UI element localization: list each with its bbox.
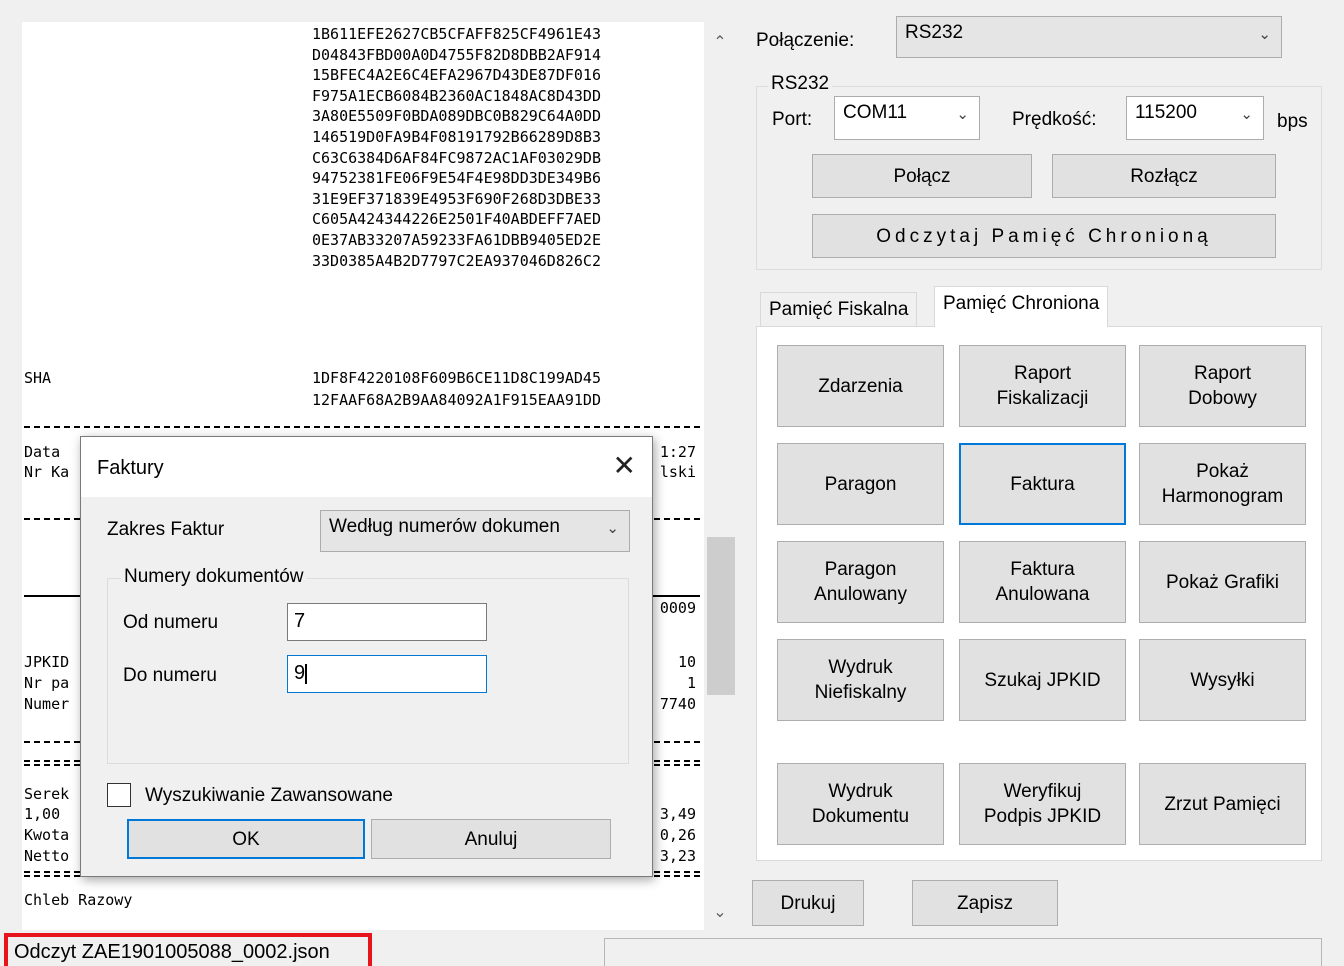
port-label: Port:: [772, 109, 813, 130]
close-icon[interactable]: ✕: [613, 449, 636, 482]
range-value: Według numerów dokumen: [329, 516, 560, 537]
invoice-button[interactable]: Faktura: [959, 443, 1126, 525]
scroll-down-icon[interactable]: ⌄: [704, 898, 736, 928]
checkbox-icon[interactable]: [107, 783, 131, 807]
events-button[interactable]: Zdarzenia: [777, 345, 944, 427]
sha-line: 12FAAF68A2B9AA84092A1F915EAA91DD: [312, 391, 601, 409]
cancelled-invoice-button[interactable]: Faktura Anulowana: [959, 541, 1126, 623]
print-button[interactable]: Drukuj: [752, 880, 864, 926]
scrollbar-thumb[interactable]: [707, 537, 735, 695]
speed-value: 115200: [1135, 102, 1197, 123]
hex-line: 3A80E5509F0BDA089DBC0B829C64A0DD: [312, 107, 601, 126]
right-fragment: 10: [677, 653, 696, 671]
report-last-line: Chleb Razowy: [24, 891, 133, 909]
receipt-button[interactable]: Paragon: [777, 443, 944, 525]
speed-label: Prędkość:: [1012, 109, 1097, 130]
tab-page-protected-memory: Zdarzenia Raport Fiskalizacji Raport Dob…: [756, 326, 1322, 861]
hex-line: C63C6384D6AF84FC9872AC1AF03029DB: [312, 148, 601, 167]
vertical-scrollbar[interactable]: ⌃ ⌄: [704, 22, 736, 930]
scroll-up-icon[interactable]: ⌃: [704, 28, 736, 58]
text-caret: [305, 663, 308, 684]
to-number-value: 9: [294, 662, 306, 684]
from-number-label: Od numeru: [123, 612, 219, 633]
advanced-search-label: Wyszukiwanie Zawansowane: [145, 785, 393, 806]
left-fragment: 1,00: [24, 805, 61, 823]
cancelled-receipt-button[interactable]: Paragon Anulowany: [777, 541, 944, 623]
shipments-button[interactable]: Wysyłki: [1139, 639, 1306, 721]
connection-value: RS232: [905, 22, 964, 43]
left-fragment: Netto: [24, 847, 70, 865]
hex-line: 33D0385A4B2D7797C2EA937046D826C2: [312, 251, 601, 270]
right-fragment: 3,49: [659, 805, 696, 823]
right-fragment: 1:27: [659, 443, 696, 461]
to-number-label-text: Do numeru: [123, 665, 217, 686]
chevron-down-icon: ⌄: [602, 519, 619, 537]
to-number-input[interactable]: 9: [287, 655, 487, 693]
hex-line: 1B611EFE2627CB5CFAFF825CF4961E43: [312, 25, 601, 43]
hex-line: 15BFEC4A2E6C4EFA2967D43DE87DF016: [312, 66, 601, 85]
show-schedule-button[interactable]: Pokaż Harmonogram: [1139, 443, 1306, 525]
rs232-group-title: RS232: [768, 73, 833, 95]
connect-button[interactable]: Połącz: [812, 154, 1032, 198]
cancel-button[interactable]: Anuluj: [371, 819, 611, 859]
read-protected-memory-button[interactable]: Odczytaj Pamięć Chronioną: [812, 214, 1276, 258]
right-fragment: 3,23: [659, 847, 696, 865]
search-jpkid-button[interactable]: Szukaj JPKID: [959, 639, 1126, 721]
left-fragment: JPKID: [24, 653, 70, 671]
hex-line: 94752381FE06F9E54F4E98DD3DE349B6: [312, 169, 601, 188]
from-number-input[interactable]: 7: [287, 603, 487, 641]
range-label: Zakres Faktur: [107, 519, 225, 540]
divider: [24, 426, 700, 428]
hex-line: 0E37AB33207A59233FA61DBB9405ED2E: [312, 231, 601, 249]
connection-label: Połączenie:: [756, 30, 855, 51]
right-fragment: 7740: [659, 695, 696, 713]
left-fragment: Nr pa: [24, 674, 70, 692]
sha-line: 1DF8F4220108F609B6CE11D8C199AD45: [312, 369, 601, 387]
sha-label: SHA: [24, 369, 52, 387]
right-fragment: 1: [686, 674, 696, 692]
chevron-down-icon: ⌄: [956, 106, 969, 123]
left-fragment: Kwota: [24, 826, 70, 844]
left-fragment: Nr Ka: [24, 463, 70, 481]
nonfiscal-printout-button[interactable]: Wydruk Niefiskalny: [777, 639, 944, 721]
hex-line: D04843FBD00A0D4755F82D8DBB2AF914: [312, 45, 601, 64]
show-graphics-button[interactable]: Pokaż Grafiki: [1139, 541, 1306, 623]
tab-protected-memory[interactable]: Pamięć Chroniona: [934, 286, 1109, 327]
hex-line: 31E9EF371839E4953F690F268D3DBE33: [312, 189, 601, 208]
chevron-down-icon: ⌄: [1258, 26, 1271, 43]
port-select[interactable]: COM11 ⌄: [834, 96, 980, 140]
left-fragment: Numer: [24, 695, 70, 713]
dialog-title: Faktury: [97, 457, 164, 479]
speed-unit: bps: [1277, 111, 1308, 132]
right-fragment: lski: [659, 463, 696, 481]
status-field: [604, 938, 1322, 966]
hex-line: F975A1ECB6084B2360AC1848AC8D43DD: [312, 86, 601, 105]
ok-button[interactable]: OK: [127, 819, 365, 859]
invoices-dialog: Faktury ✕ Zakres Faktur Według numerów d…: [80, 436, 653, 877]
right-fragment: 0,26: [659, 826, 696, 844]
hex-line: 146519D0FA9B4F08191792B66289D8B3: [312, 128, 601, 146]
verify-jpkid-signature-button[interactable]: Weryfikuj Podpis JPKID: [959, 763, 1126, 845]
memory-dump-button[interactable]: Zrzut Pamięci: [1139, 763, 1306, 845]
fiscalization-report-button[interactable]: Raport Fiskalizacji: [959, 345, 1126, 427]
document-printout-button[interactable]: Wydruk Dokumentu: [777, 763, 944, 845]
disconnect-button[interactable]: Rozłącz: [1052, 154, 1276, 198]
status-bar: Odczyt ZAE1901005088_0002.json: [0, 930, 1344, 966]
daily-report-button[interactable]: Raport Dobowy: [1139, 345, 1306, 427]
speed-select[interactable]: 115200 ⌄: [1126, 96, 1264, 140]
connection-select[interactable]: RS232 ⌄: [896, 16, 1282, 58]
status-filename: Odczyt ZAE1901005088_0002.json: [4, 933, 372, 966]
range-select[interactable]: Według numerów dokumen ⌄: [320, 510, 630, 552]
dialog-titlebar[interactable]: Faktury ✕: [81, 437, 652, 497]
left-fragment: Data: [24, 443, 61, 461]
document-numbers-title: Numery dokumentów: [121, 566, 307, 588]
chevron-down-icon: ⌄: [1240, 106, 1253, 123]
right-fragment: 0009: [659, 599, 696, 617]
tab-fiscal-memory[interactable]: Pamięć Fiskalna: [760, 292, 918, 328]
left-fragment: Serek: [24, 785, 70, 803]
save-button[interactable]: Zapisz: [912, 880, 1058, 926]
port-value: COM11: [843, 102, 908, 123]
hex-line: C605A424344226E2501F40ABDEFF7AED: [312, 210, 601, 229]
